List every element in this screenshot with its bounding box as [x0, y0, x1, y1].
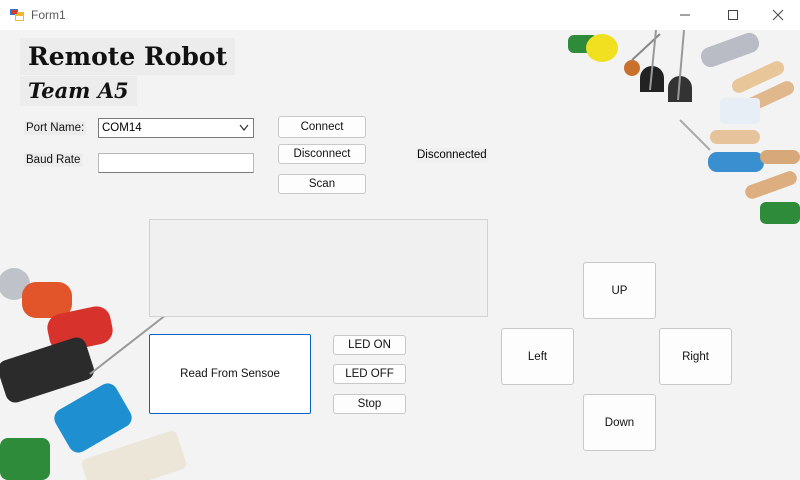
components-image-top-right — [568, 30, 800, 224]
connect-button[interactable]: Connect — [278, 116, 366, 138]
page-title: Remote Robot — [20, 38, 236, 75]
left-button[interactable]: Left — [501, 328, 574, 385]
led-on-button[interactable]: LED ON — [333, 335, 406, 355]
port-name-dropdown[interactable]: COM14 — [98, 118, 254, 138]
chevron-down-icon — [239, 124, 249, 131]
app-icon — [10, 9, 24, 21]
title-bar: Form1 — [0, 0, 800, 30]
disconnect-button[interactable]: Disconnect — [278, 144, 366, 164]
output-panel — [149, 219, 488, 317]
minimize-icon — [680, 14, 690, 16]
baud-rate-input[interactable] — [98, 153, 254, 173]
close-button[interactable] — [755, 0, 800, 30]
baud-rate-label: Baud Rate — [24, 153, 83, 167]
form-client-area: Remote Robot Team A5 Port Name: COM14 Ba… — [0, 30, 800, 480]
up-button[interactable]: UP — [583, 262, 656, 319]
scan-button[interactable]: Scan — [278, 174, 366, 194]
page-subtitle: Team A5 — [20, 76, 137, 106]
connection-status: Disconnected — [416, 148, 488, 162]
window-title: Form1 — [31, 8, 66, 22]
down-button[interactable]: Down — [583, 394, 656, 451]
close-icon — [772, 9, 784, 21]
port-name-value: COM14 — [102, 122, 142, 134]
maximize-icon — [728, 10, 738, 20]
led-off-button[interactable]: LED OFF — [333, 364, 406, 384]
minimize-button[interactable] — [662, 0, 708, 30]
right-button[interactable]: Right — [659, 328, 732, 385]
port-name-label: Port Name: — [24, 121, 87, 135]
maximize-button[interactable] — [710, 0, 756, 30]
read-sensor-button[interactable]: Read From Sensoe — [149, 334, 311, 414]
stop-button[interactable]: Stop — [333, 394, 406, 414]
